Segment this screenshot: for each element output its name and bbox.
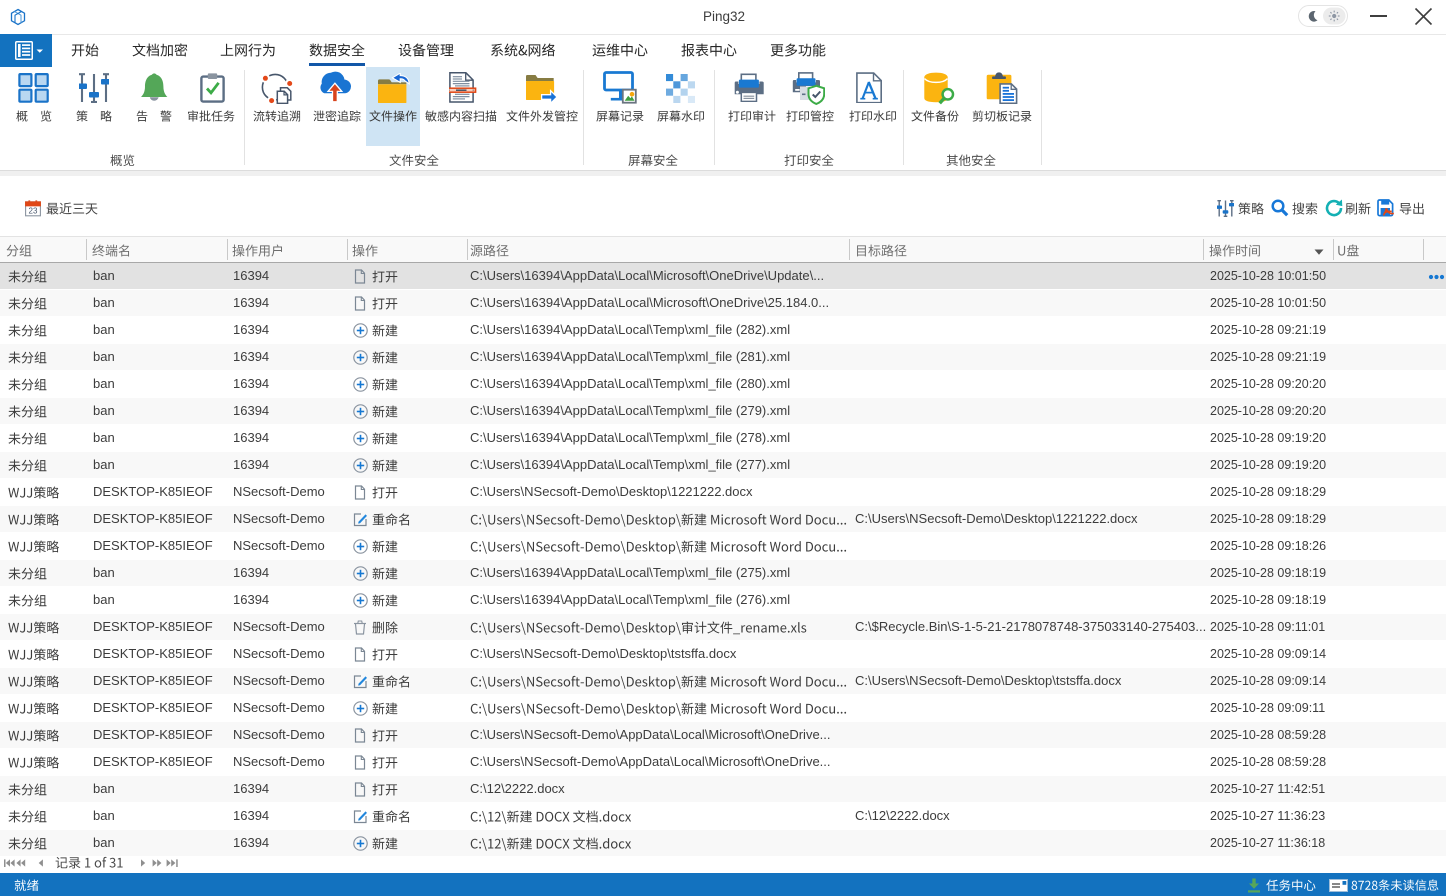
svg-text:23: 23 <box>29 207 38 216</box>
